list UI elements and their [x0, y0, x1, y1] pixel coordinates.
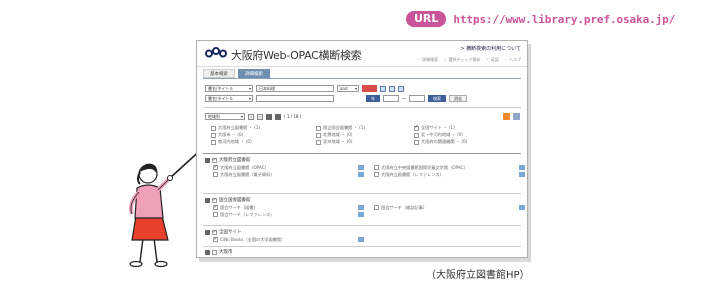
keyword-assist-button[interactable]: [362, 85, 377, 92]
library-row: CiNii Books（全国の大学図書館）: [205, 236, 525, 243]
field-select-1[interactable]: 書名/タイトル: [205, 85, 253, 92]
top-link-save[interactable]: ・ 選択チェック保存: [443, 57, 480, 63]
url-link[interactable]: https://www.library.pref.osaka.jp/: [453, 13, 675, 26]
library-group-grid: 大阪府立図書館 ・ (1) 国立国会図書館 ・ (1) 全国サイト ・ (1) …: [211, 124, 511, 145]
search-tabs: 基本検索 詳細検索: [203, 69, 270, 78]
block-title: 国立国会図書館: [219, 198, 251, 203]
search-button[interactable]: 検索: [428, 95, 446, 102]
group-checkbox[interactable]: 大阪府立図書館 ・ (1): [211, 125, 316, 131]
arrow-button[interactable]: [358, 212, 364, 217]
group-checkbox[interactable]: 北摂地域 ・ (0): [316, 132, 414, 138]
library-row: 大阪府立図書館（OPAC） 大阪府立中央図書館国際児童文学館（OPAC）: [205, 164, 525, 171]
group-checkbox[interactable]: 大阪府の関連機関 ・ (0): [414, 139, 511, 145]
keyword-input-1[interactable]: 日本料理: [256, 85, 334, 92]
block-checkbox[interactable]: [212, 197, 217, 204]
search-row-2: 書名/タイトル 年 〜 検索 消去: [205, 95, 467, 102]
arrow-button[interactable]: [519, 205, 525, 210]
top-link-help[interactable]: ・ ヘルプ: [504, 57, 521, 63]
skirt: [131, 215, 169, 241]
url-row: URL https://www.library.pref.osaka.jp/: [406, 10, 675, 28]
search-row-1: 書名/タイトル 日本料理 and: [205, 85, 404, 92]
group-checkbox[interactable]: 北・中河内地域 ・ (0): [414, 132, 511, 138]
opac-header: 大阪府Web-OPAC横断検索 > 横断検索の利用について ・ 詳細検索 ・ 選…: [197, 41, 527, 67]
toggle-icon[interactable]: [205, 158, 210, 163]
arrow-button[interactable]: [358, 237, 364, 242]
divider: [203, 153, 521, 154]
select-all-icon[interactable]: [266, 113, 272, 120]
prev-page-icon[interactable]: ‹: [248, 113, 254, 120]
divider: [203, 246, 521, 247]
year-to-input[interactable]: [409, 95, 425, 102]
clear-all-icon[interactable]: [275, 113, 281, 120]
clear-button[interactable]: 消去: [449, 95, 467, 102]
page-indicator: ( 1 / 18 ): [284, 114, 302, 119]
divider: [203, 107, 521, 108]
arrow-button[interactable]: [358, 165, 364, 170]
block-checkbox[interactable]: [212, 250, 217, 255]
block-osaka-city: 大阪市: [205, 249, 525, 256]
block-national: 全国サイト CiNii Books（全国の大学図書館）: [205, 229, 525, 243]
block-title: 全国サイト: [219, 230, 242, 235]
option-icon-3[interactable]: [398, 85, 404, 92]
block-checkbox[interactable]: [212, 157, 217, 164]
image-credit: （大阪府立図書館HP）: [426, 270, 530, 281]
app-title: 大阪府Web-OPAC横断検索: [231, 49, 362, 62]
keyword-input-2[interactable]: [256, 95, 334, 102]
divider: [203, 193, 521, 194]
tab-detail[interactable]: 詳細検索: [238, 69, 270, 78]
arrow-button[interactable]: [519, 172, 525, 177]
arrow-button[interactable]: [358, 172, 364, 177]
arrow-button[interactable]: [358, 205, 364, 210]
top-link-english[interactable]: ・ 英語: [485, 57, 498, 63]
region-select[interactable]: 地域別: [205, 113, 245, 120]
help-link[interactable]: > 横断検索の利用について: [460, 45, 521, 52]
top-link-detail[interactable]: ・ 詳細検索: [417, 57, 438, 63]
block-ndl: 国立国会図書館 国会サーチ（図書） 国会サーチ（雑誌記事） 国会サーチ（レファレ…: [205, 197, 525, 218]
library-row: 国会サーチ（図書） 国会サーチ（雑誌記事）: [205, 204, 525, 211]
library-row: 国会サーチ（レファレンス）: [205, 211, 525, 218]
opac-screenshot: 大阪府Web-OPAC横断検索 > 横断検索の利用について ・ 詳細検索 ・ 選…: [196, 40, 528, 258]
toggle-icon[interactable]: [205, 230, 210, 235]
library-row: 大阪府立図書館（電子資料） 大阪府立図書館（レファレンス）: [205, 171, 525, 178]
group-checkbox[interactable]: 国立国会図書館 ・ (1): [316, 125, 414, 131]
arrow-button[interactable]: [519, 165, 525, 170]
year-from-input[interactable]: [383, 95, 399, 102]
option-icon-1[interactable]: [380, 85, 386, 92]
url-badge: URL: [406, 11, 447, 27]
block-checkbox[interactable]: [212, 229, 217, 236]
top-links: ・ 詳細検索 ・ 選択チェック保存 ・ 英語 ・ ヘルプ: [417, 57, 521, 63]
option-icon-2[interactable]: [389, 85, 395, 92]
osaka-logo-icon: [205, 47, 227, 58]
toggle-icon[interactable]: [205, 250, 210, 255]
group-checkbox[interactable]: 全国サイト ・ (1): [414, 124, 511, 131]
divider: [203, 225, 521, 226]
print-icon[interactable]: [513, 113, 520, 120]
next-page-icon[interactable]: ›: [257, 113, 263, 120]
group-checkbox[interactable]: 大阪市 ・ (0): [211, 132, 316, 138]
block-osaka-pref: 大阪府立図書館 大阪府立図書館（OPAC） 大阪府立中央図書館国際児童文学館（O…: [205, 157, 525, 178]
operator-select[interactable]: and: [337, 85, 359, 92]
tab-basic[interactable]: 基本検索: [203, 69, 235, 78]
rss-icon[interactable]: [503, 113, 510, 120]
toggle-icon[interactable]: [205, 198, 210, 203]
field-select-2[interactable]: 書名/タイトル: [205, 95, 253, 102]
year-label: 年: [366, 95, 380, 102]
group-checkbox[interactable]: 泉州地域 ・ (0): [316, 139, 414, 145]
block-title: 大阪府立図書館: [219, 158, 251, 163]
group-checkbox[interactable]: 南河内地域 ・ (0): [211, 139, 316, 145]
tab-underline: [203, 78, 521, 79]
block-title: 大阪市: [219, 250, 233, 255]
library-bar: 地域別 ‹ › ( 1 / 18 ): [205, 113, 301, 120]
